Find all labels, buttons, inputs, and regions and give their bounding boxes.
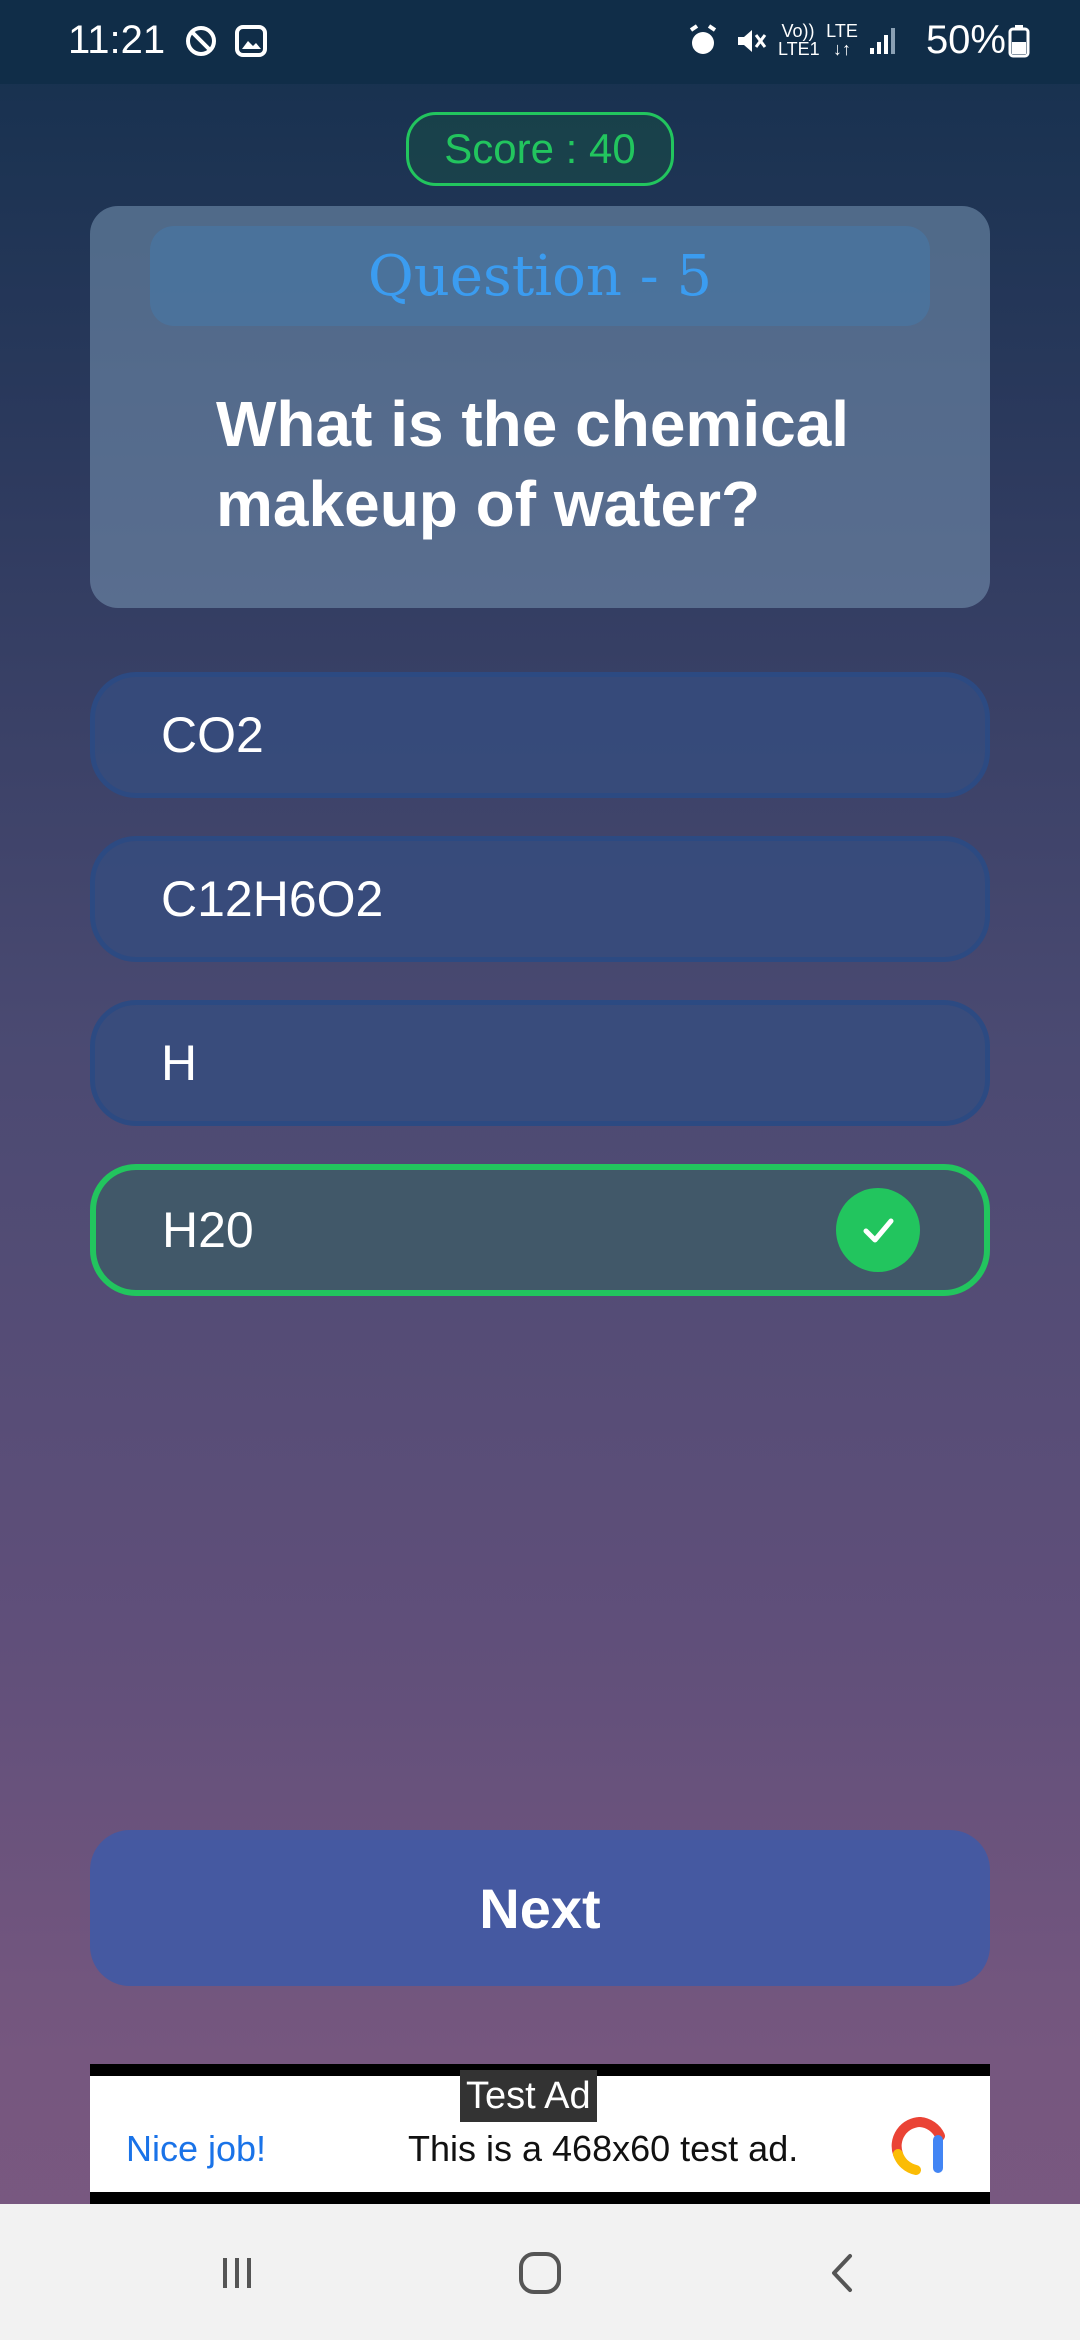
question-card: Question - 5 What is the chemical makeup… <box>90 206 990 608</box>
battery-icon <box>1008 24 1030 58</box>
gallery-icon <box>234 24 268 58</box>
answer-option-3[interactable]: H <box>90 1000 990 1126</box>
checkmark-icon <box>836 1188 920 1272</box>
answer-option-label: H <box>161 1035 198 1091</box>
lte-indicator: LTE ↓↑ <box>826 21 858 59</box>
answer-option-label: CO2 <box>161 707 264 763</box>
recent-apps-icon[interactable] <box>202 2238 272 2308</box>
volte-indicator: Vo)) LTE1 <box>778 21 820 59</box>
question-text: What is the chemical makeup of water? <box>216 388 850 540</box>
ad-headline: Nice job! <box>126 2128 267 2169</box>
answer-option-1[interactable]: CO2 <box>90 672 990 798</box>
answer-option-2[interactable]: C12H6O2 <box>90 836 990 962</box>
status-time: 11:21 <box>68 18 166 62</box>
mute-icon <box>734 24 768 58</box>
next-button[interactable]: Next <box>90 1830 990 1986</box>
ad-tag: Test Ad <box>460 2070 597 2122</box>
score-badge: Score : 40 <box>406 112 674 186</box>
answer-option-label: C12H6O2 <box>161 871 384 927</box>
answer-option-label: H20 <box>162 1202 254 1258</box>
back-icon[interactable] <box>808 2238 878 2308</box>
alarm-icon <box>686 24 720 58</box>
admob-logo-icon <box>890 2116 950 2176</box>
battery-percent: 50% <box>925 18 1006 62</box>
home-icon[interactable] <box>505 2238 575 2308</box>
navigation-bar <box>0 2204 1080 2340</box>
status-bar: 11:21 Vo)) LTE1 LTE ↓↑ 50% <box>0 0 1080 84</box>
answer-option-4-correct[interactable]: H20 <box>90 1164 990 1296</box>
question-number: Question - 5 <box>150 226 930 326</box>
ad-body: This is a 468x60 test ad. <box>408 2128 799 2169</box>
ad-banner[interactable]: Test Ad Nice job! This is a 468x60 test … <box>90 2064 990 2204</box>
blocked-notification-icon <box>184 24 218 58</box>
signal-icon <box>866 24 900 58</box>
